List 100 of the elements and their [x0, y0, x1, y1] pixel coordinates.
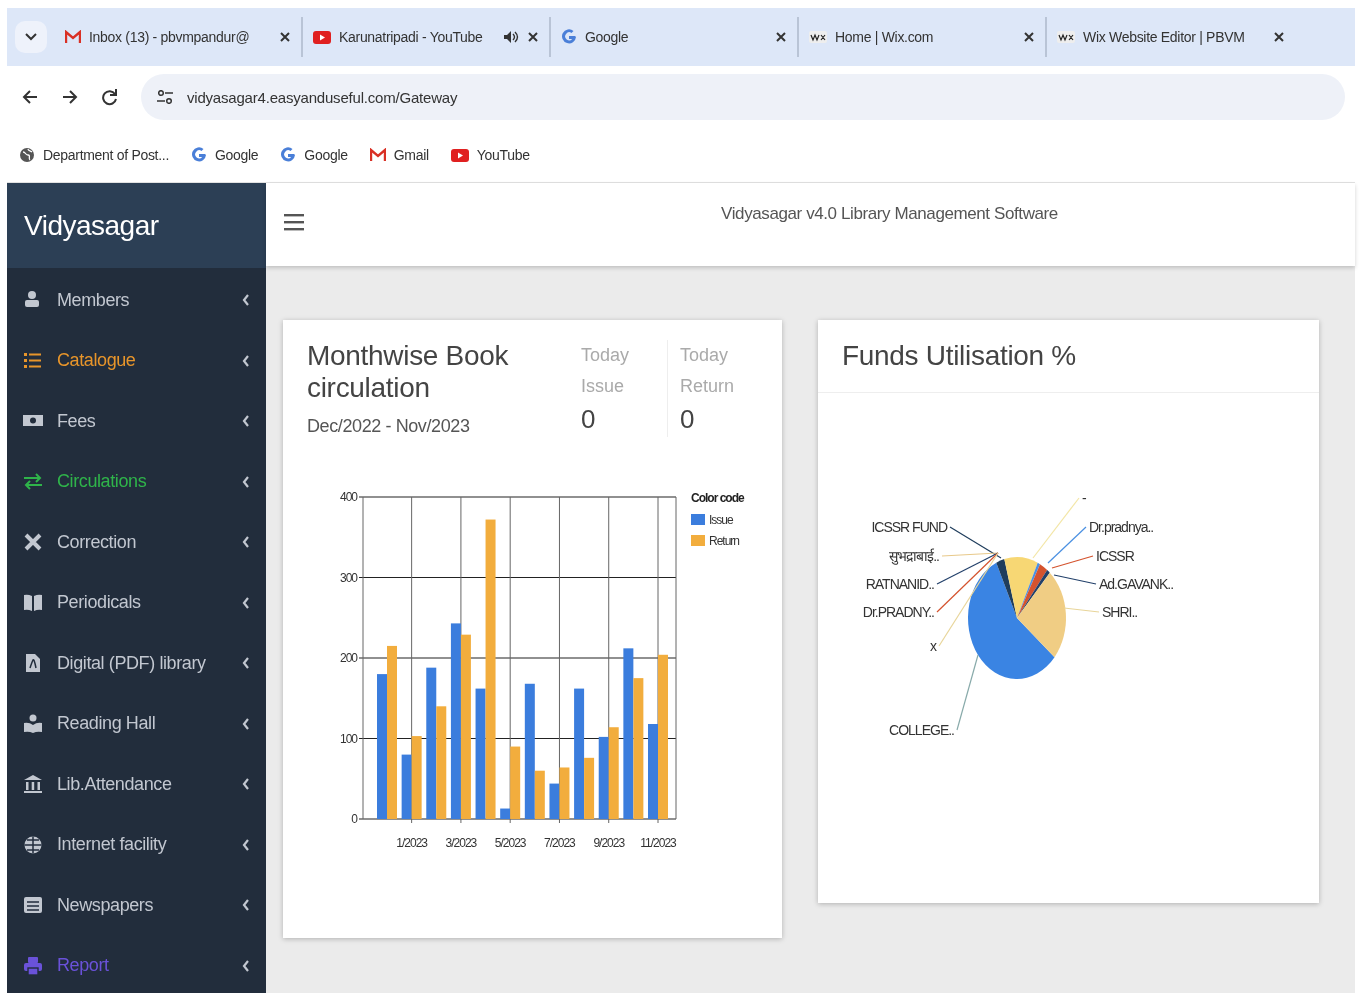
axis-tick-label: 0	[351, 812, 357, 826]
pie-label: ICSSR	[1096, 548, 1134, 564]
sidebar-label: Members	[57, 289, 131, 311]
sidebar-label: Lib.Attendance	[57, 773, 173, 795]
site-settings-icon	[157, 90, 173, 104]
chevron-left-icon	[242, 415, 250, 428]
close-icon[interactable]	[527, 31, 539, 43]
sidebar-label: Catalogue	[57, 350, 137, 372]
bookmark-link[interactable]: Google	[191, 147, 259, 163]
stat-value: 0	[680, 403, 696, 436]
tab-list-button[interactable]	[15, 21, 47, 53]
pie-label: सुभद्राबाई..	[889, 548, 939, 564]
pie-label: -	[1082, 490, 1086, 506]
brand-title[interactable]: Vidyasagar	[7, 183, 266, 268]
mail-icon	[65, 30, 81, 44]
chevron-left-icon	[242, 475, 250, 488]
printer-icon	[23, 955, 43, 976]
bar	[401, 754, 412, 819]
axis-tick-label: 200	[339, 651, 357, 665]
chevron-left-icon	[242, 717, 250, 730]
play-icon	[313, 30, 331, 44]
url-text: vidyasagar4.easyanduseful.com/Gateway	[187, 88, 458, 106]
sidebar-item[interactable]: Newspapers	[7, 875, 266, 936]
sidebar-item[interactable]: Members	[7, 270, 266, 331]
browser-tab[interactable]: Karunatripadi - YouTube	[303, 17, 551, 57]
stat-label: Today	[680, 344, 730, 367]
tab-title: Wix Website Editor | PBVM	[1083, 29, 1246, 45]
letter-g-icon	[191, 147, 207, 163]
legend-swatch	[691, 535, 705, 546]
axis-tick-label: 100	[339, 731, 357, 746]
bookmark-link[interactable]: YouTube	[450, 147, 530, 163]
pie-label: SHRI..	[1102, 604, 1138, 620]
sidebar-item[interactable]: Digital (PDF) library	[7, 633, 266, 694]
sidebar-item[interactable]: Reading Hall	[7, 693, 266, 754]
tab-title: Google	[585, 29, 630, 45]
chevron-left-icon	[242, 778, 250, 791]
pie-label: Dr.pradnya..	[1089, 519, 1154, 535]
letter-g-icon	[280, 147, 297, 163]
globe-icon	[23, 834, 43, 855]
chevron-down-icon	[25, 33, 37, 41]
browser-tab[interactable]: Wix Website Editor | PBVM	[1047, 17, 1295, 57]
sidebar-item[interactable]: Catalogue	[7, 330, 266, 391]
chevron-left-icon	[242, 596, 250, 609]
chevron-left-icon	[242, 354, 250, 367]
axis-tick-label: 7/2023	[544, 836, 575, 850]
stat-label: Issue	[581, 375, 626, 398]
address-bar[interactable]: vidyasagar4.easyanduseful.com/Gateway	[141, 74, 1345, 120]
bookmark-link[interactable]: Department of Post...	[19, 147, 169, 163]
sidebar-label: Internet facility	[57, 834, 168, 856]
sidebar-item[interactable]: Correction	[7, 512, 266, 573]
browser-tab[interactable]: Home | Wix.com	[799, 17, 1047, 57]
tab-title: Home | Wix.com	[835, 29, 935, 45]
sidebar-label: Fees	[57, 410, 97, 432]
forward-icon[interactable]	[61, 88, 79, 106]
reader-icon	[23, 713, 43, 734]
pie-label: x	[930, 638, 936, 654]
stat-label: Return	[680, 375, 736, 398]
close-icon[interactable]	[279, 31, 291, 43]
tab-title: Inbox (13) - pbvmpandur@	[89, 29, 251, 45]
wix-icon	[1057, 31, 1075, 43]
bookmark-link[interactable]: Google	[280, 147, 348, 163]
sidebar-item[interactable]: Lib.Attendance	[7, 754, 266, 815]
axis-tick-label: 400	[339, 490, 357, 504]
card-title: Funds Utilisation %	[818, 320, 1319, 393]
axis-tick-label: 3/2023	[445, 836, 477, 850]
sidebar-label: Newspapers	[57, 894, 155, 916]
pie-label: Ad.GAVANK..	[1099, 576, 1174, 592]
bookmark-link[interactable]: Gmail	[369, 147, 429, 163]
browser-tab[interactable]: Google	[551, 17, 799, 57]
wix-icon	[809, 31, 827, 43]
close-icon[interactable]	[1023, 31, 1035, 43]
list-icon	[23, 350, 43, 371]
legend-title: Color code	[691, 491, 744, 505]
chevron-left-icon	[242, 294, 250, 307]
leader-line	[1053, 574, 1097, 585]
card-title: Monthwise Book circulation	[307, 340, 510, 404]
legend-label: Return	[709, 534, 740, 548]
menu-icon	[284, 213, 304, 231]
globe-icon	[19, 147, 35, 163]
chevron-left-icon	[242, 899, 250, 912]
reload-icon[interactable]	[101, 88, 119, 106]
sidebar-item[interactable]: Periodicals	[7, 572, 266, 633]
date-range: Dec/2022 - Nov/2023	[307, 416, 471, 437]
exchange-arrows-icon	[23, 471, 43, 492]
legend-swatch	[691, 514, 705, 525]
menu-button[interactable]	[284, 213, 304, 231]
sidebar-item[interactable]: Circulations	[7, 451, 266, 512]
sidebar-item[interactable]: Internet facility	[7, 814, 266, 875]
axis-tick-label: 9/2023	[593, 836, 625, 850]
browser-tab[interactable]: Inbox (13) - pbvmpandur@	[55, 17, 303, 57]
back-icon[interactable]	[21, 88, 39, 106]
close-icon[interactable]	[775, 31, 787, 43]
close-icon[interactable]	[1273, 31, 1285, 43]
pie-label: COLLEGE..	[889, 722, 954, 738]
pie-label: RATNANID..	[865, 576, 934, 592]
leader-line	[1063, 607, 1100, 613]
sidebar-item[interactable]: Fees	[7, 391, 266, 452]
stat-value: 0	[581, 403, 597, 436]
mail-icon	[369, 148, 386, 162]
axis-tick-label: 300	[339, 570, 357, 585]
